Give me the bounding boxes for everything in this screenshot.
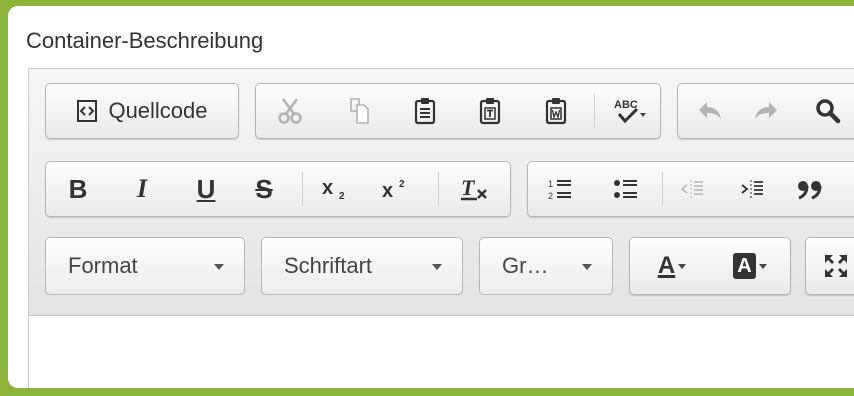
chevron-down-icon xyxy=(582,264,592,270)
search-icon xyxy=(816,99,841,124)
copy-icon xyxy=(350,98,369,124)
source-group: Quellcode xyxy=(45,83,239,139)
outdent-button[interactable] xyxy=(668,162,716,216)
maximize-button[interactable] xyxy=(812,238,854,294)
paste-word-button[interactable] xyxy=(532,84,580,138)
chevron-down-icon xyxy=(432,264,442,270)
undo-group xyxy=(677,83,854,139)
paste-text-button[interactable] xyxy=(466,84,514,138)
source-button[interactable]: Quellcode xyxy=(46,84,238,138)
outdent-icon xyxy=(680,180,703,198)
editor-content-area[interactable] xyxy=(29,316,854,388)
form-panel: Container-Beschreibung Quellcode ABC B I… xyxy=(8,6,854,388)
svg-text:T: T xyxy=(461,176,476,200)
paste-word-icon xyxy=(545,98,567,125)
subscript-button[interactable]: x 2 xyxy=(312,162,360,216)
format-dropdown[interactable]: Format xyxy=(45,237,245,295)
text-color-button[interactable]: A xyxy=(636,238,708,294)
superscript-icon: x 2 xyxy=(382,179,405,201)
undo-icon xyxy=(699,102,721,119)
numbered-list-icon: 1 2 xyxy=(548,179,571,201)
undo-button[interactable] xyxy=(686,84,734,138)
chevron-down-icon xyxy=(678,263,687,269)
indent-button[interactable] xyxy=(728,162,776,216)
size-dropdown-label: Gr… xyxy=(502,253,549,278)
remove-format-button[interactable]: T xyxy=(450,162,498,216)
spellcheck-button[interactable]: ABC xyxy=(602,84,658,138)
toolbar-separator xyxy=(302,172,303,206)
superscript-button[interactable]: x 2 xyxy=(372,162,420,216)
color-group: A A xyxy=(629,237,791,295)
maximize-icon xyxy=(825,255,847,277)
basic-styles-group: B I U S x 2 x 2 T xyxy=(45,161,511,217)
underline-button[interactable]: U xyxy=(182,162,230,216)
format-dropdown-label: Format xyxy=(68,253,138,278)
bulleted-list-button[interactable] xyxy=(602,162,650,216)
source-button-label: Quellcode xyxy=(108,98,208,123)
clipboard-group: ABC xyxy=(255,83,661,139)
redo-icon xyxy=(755,102,777,119)
subscript-icon: x 2 xyxy=(322,177,345,201)
font-dropdown[interactable]: Schriftart xyxy=(261,237,463,295)
redo-button[interactable] xyxy=(742,84,790,138)
paragraph-group: 1 2 xyxy=(527,161,854,217)
numbered-list-button[interactable]: 1 2 xyxy=(536,162,584,216)
indent-icon xyxy=(741,180,763,198)
svg-text:2: 2 xyxy=(548,191,553,201)
copy-button[interactable] xyxy=(336,84,384,138)
bold-button[interactable]: B xyxy=(54,162,102,216)
svg-text:1: 1 xyxy=(548,179,553,189)
chevron-down-icon xyxy=(214,264,224,270)
field-label: Container-Beschreibung xyxy=(26,28,264,53)
paste-button[interactable] xyxy=(401,84,449,138)
strikethrough-button[interactable]: S xyxy=(240,162,288,216)
remove-format-icon: T xyxy=(461,176,487,201)
background-color-button[interactable]: A xyxy=(714,238,786,294)
tools-group xyxy=(805,237,854,295)
chevron-down-icon xyxy=(758,263,767,269)
paste-text-icon xyxy=(479,98,501,125)
background-color-icon: A xyxy=(733,253,756,279)
spellcheck-icon: ABC xyxy=(614,99,646,124)
editor-toolbar: Quellcode ABC B I U S x 2 x 2 T 1 2 Form… xyxy=(29,69,854,316)
font-dropdown-label: Schriftart xyxy=(284,253,373,278)
cut-button[interactable] xyxy=(266,84,314,138)
clipboard-icon xyxy=(414,98,436,125)
svg-text:2: 2 xyxy=(339,191,345,201)
bulleted-list-icon xyxy=(614,180,637,198)
size-dropdown[interactable]: Gr… xyxy=(479,237,613,295)
toolbar-separator xyxy=(438,172,439,206)
quote-icon xyxy=(798,181,822,200)
svg-text:ABC: ABC xyxy=(614,99,638,111)
toolbar-separator xyxy=(662,172,663,206)
blockquote-button[interactable] xyxy=(786,162,834,216)
svg-text:x: x xyxy=(382,180,393,201)
svg-text:2: 2 xyxy=(399,179,405,190)
svg-text:x: x xyxy=(322,177,333,199)
source-code-icon xyxy=(77,100,98,122)
rich-text-editor: Quellcode ABC B I U S x 2 x 2 T 1 2 Form… xyxy=(28,68,854,388)
toolbar-separator xyxy=(594,94,595,128)
text-color-icon: A xyxy=(657,252,676,279)
scissors-icon xyxy=(278,98,302,124)
search-button[interactable] xyxy=(804,84,852,138)
italic-button[interactable]: I xyxy=(118,162,166,216)
